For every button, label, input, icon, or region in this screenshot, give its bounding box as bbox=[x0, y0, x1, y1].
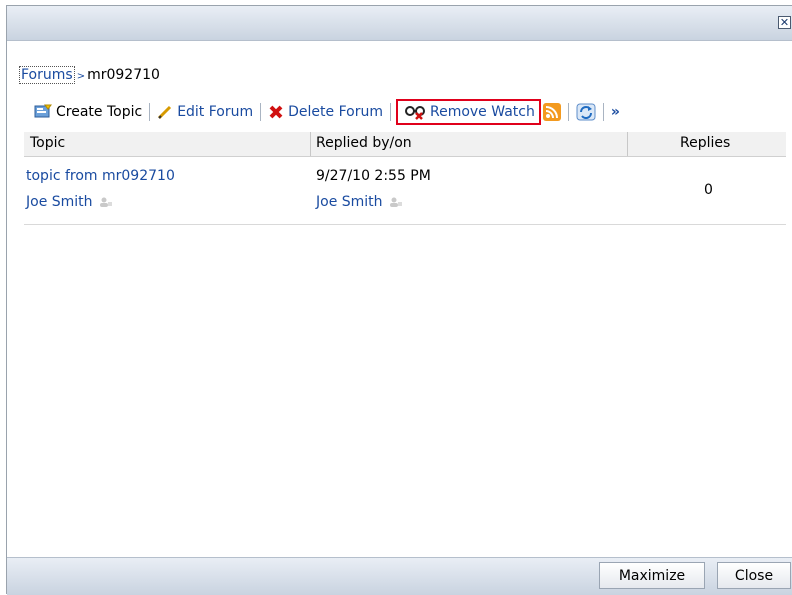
toolbar-divider bbox=[567, 103, 569, 121]
refresh-icon bbox=[576, 103, 596, 121]
col-header-topic[interactable]: Topic bbox=[30, 135, 65, 151]
topic-author-link[interactable]: Joe Smith bbox=[26, 194, 93, 210]
user-card-icon bbox=[100, 197, 112, 207]
table-row: topic from mr092710 Joe Smith 9/27/10 2:… bbox=[24, 160, 786, 225]
more-chevron-icon: » bbox=[610, 104, 620, 120]
topic-link[interactable]: topic from mr092710 bbox=[26, 168, 175, 184]
forum-portlet-window: ✕ bbox=[6, 5, 792, 594]
refresh-button[interactable] bbox=[576, 103, 596, 121]
remove-watch-button[interactable]: Remove Watch bbox=[395, 99, 541, 125]
toolbar-divider bbox=[389, 103, 391, 121]
pencil-icon bbox=[158, 105, 172, 120]
breadcrumb-forums-link[interactable]: Forums bbox=[19, 66, 75, 84]
breadcrumb-current: mr092710 bbox=[87, 67, 160, 83]
edit-forum-label: Edit Forum bbox=[177, 104, 254, 120]
title-bar: ✕ bbox=[7, 6, 792, 41]
footer-bar: Maximize Close bbox=[7, 557, 792, 595]
replied-on-date: 9/27/10 2:55 PM bbox=[316, 168, 431, 184]
replies-count: 0 bbox=[704, 182, 713, 198]
delete-forum-label: Delete Forum bbox=[288, 104, 383, 120]
delete-x-icon bbox=[269, 105, 283, 119]
close-button[interactable]: Close bbox=[717, 562, 791, 589]
create-topic-button[interactable]: Create Topic bbox=[34, 104, 142, 120]
forum-toolbar: Create Topic Edit Forum Delete Forum Rem… bbox=[34, 97, 620, 127]
col-header-replies[interactable]: Replies bbox=[680, 135, 730, 151]
breadcrumb-separator: > bbox=[76, 71, 86, 82]
column-divider bbox=[627, 132, 628, 156]
edit-forum-button[interactable]: Edit Forum bbox=[157, 104, 253, 120]
more-actions-button[interactable]: » bbox=[611, 104, 620, 120]
breadcrumb: Forums > mr092710 bbox=[19, 66, 160, 84]
col-header-replied[interactable]: Replied by/on bbox=[316, 135, 412, 151]
maximize-button[interactable]: Maximize bbox=[599, 562, 705, 589]
rss-icon bbox=[542, 103, 561, 121]
table-header: Topic Replied by/on Replies bbox=[24, 132, 786, 157]
create-topic-label: Create Topic bbox=[56, 104, 143, 120]
toolbar-divider bbox=[602, 103, 604, 121]
toolbar-divider bbox=[149, 103, 151, 121]
create-topic-icon bbox=[34, 104, 52, 118]
delete-forum-button[interactable]: Delete Forum bbox=[268, 104, 383, 120]
user-card-icon bbox=[390, 197, 402, 207]
rss-feed-button[interactable] bbox=[542, 103, 561, 121]
remove-watch-glasses-icon bbox=[404, 106, 425, 120]
replied-by-link[interactable]: Joe Smith bbox=[316, 194, 383, 210]
column-divider bbox=[310, 132, 311, 156]
remove-watch-label: Remove Watch bbox=[429, 104, 535, 120]
toolbar-divider bbox=[260, 103, 262, 121]
close-window-icon[interactable]: ✕ bbox=[778, 16, 791, 29]
